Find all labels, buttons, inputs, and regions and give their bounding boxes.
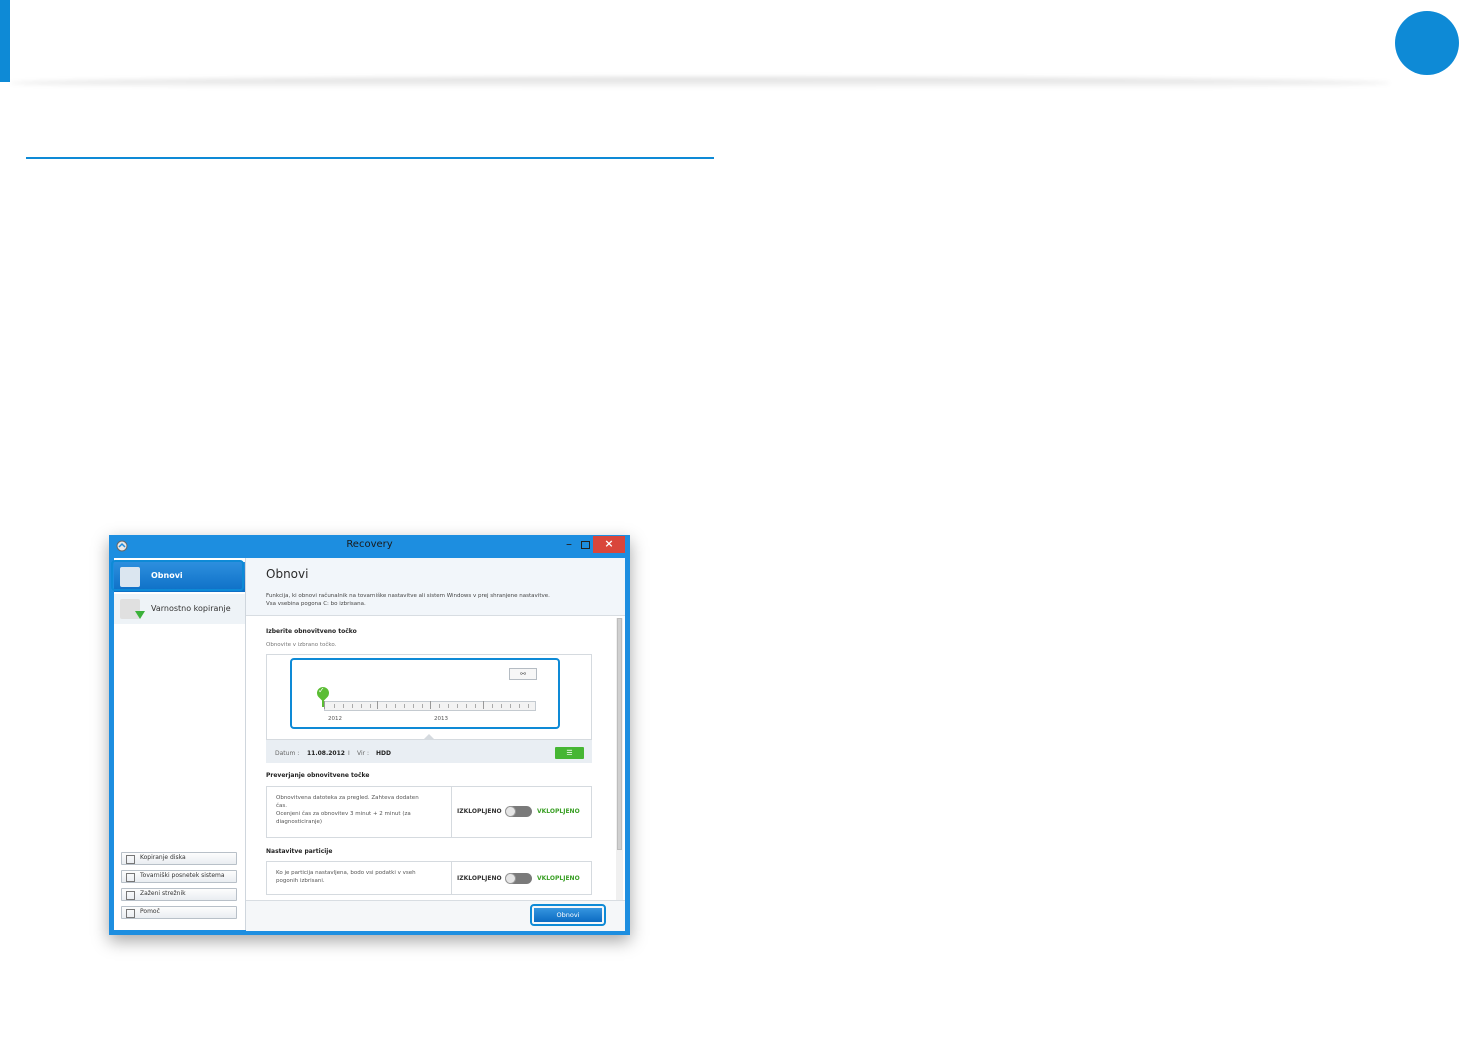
verify-heading: Preverjanje obnovitvene točke bbox=[266, 772, 370, 779]
maximize-icon bbox=[581, 541, 590, 549]
toggle-knob bbox=[505, 806, 516, 817]
restore-point-info: Datum : 11.08.2012 I Vir : HDD ☰ bbox=[266, 739, 592, 763]
date-label: Datum : bbox=[275, 750, 300, 757]
sidebar-item-restore[interactable]: Obnovi bbox=[111, 560, 245, 592]
option-divider bbox=[451, 787, 452, 837]
verify-toggle[interactable] bbox=[505, 806, 532, 817]
window-title: Recovery bbox=[346, 539, 393, 550]
verify-description: Obnovitvena datoteka za pregled. Zahteva… bbox=[276, 794, 441, 826]
server-icon bbox=[126, 891, 135, 900]
main-panel: Obnovi Funkcija, ki obnovi računalnik na… bbox=[246, 558, 625, 931]
window-client: Obnovi Varnostno kopiranje Kopiranje dis… bbox=[111, 558, 625, 931]
partition-off-label: IZKLOPLJENO bbox=[457, 875, 502, 882]
verify-on-label: VKLOPLJENO bbox=[537, 808, 580, 815]
help-button[interactable]: Pomoč bbox=[121, 906, 237, 919]
close-button[interactable]: × bbox=[593, 536, 625, 553]
verify-option-box: Obnovitvena datoteka za pregled. Zahteva… bbox=[266, 786, 592, 838]
factory-image-icon bbox=[126, 873, 135, 882]
partition-text-line: pogonih izbrisani. bbox=[276, 878, 325, 884]
button-label: Kopiranje diska bbox=[140, 854, 186, 861]
verify-text-line: čas. bbox=[276, 803, 288, 809]
highlight-frame bbox=[111, 560, 244, 591]
browse-button[interactable]: ☰ bbox=[555, 747, 584, 759]
disk-copy-icon bbox=[126, 855, 135, 864]
select-point-subtitle: Obnovite v izbrano točko. bbox=[266, 642, 337, 648]
source-label: Vir : bbox=[357, 750, 370, 757]
partition-text-line: Ko je particija nastavljena, bodo vsi po… bbox=[276, 870, 416, 876]
page-description: Funkcija, ki obnovi računalnik na tovarn… bbox=[266, 593, 550, 599]
page-section-circle bbox=[1395, 11, 1459, 75]
partition-toggle[interactable] bbox=[505, 873, 532, 884]
title-bar: Recovery – × bbox=[109, 535, 630, 557]
page-accent-bar bbox=[0, 0, 10, 82]
sidebar-item-backup[interactable]: Varnostno kopiranje bbox=[114, 594, 245, 624]
sidebar-item-label: Varnostno kopiranje bbox=[151, 604, 231, 613]
download-arrow-icon bbox=[135, 611, 145, 619]
date-value: 11.08.2012 bbox=[307, 750, 345, 757]
verify-off-label: IZKLOPLJENO bbox=[457, 808, 502, 815]
footer-bar: Obnovi bbox=[246, 900, 625, 931]
source-value: HDD bbox=[376, 750, 391, 757]
factory-image-button[interactable]: Tovarniški posnetek sistema bbox=[121, 870, 237, 883]
button-label: Zaženi strežnik bbox=[140, 890, 186, 897]
verify-text-line: diagnosticiranje) bbox=[276, 819, 323, 825]
info-separator: I bbox=[348, 750, 350, 757]
start-server-button[interactable]: Zaženi strežnik bbox=[121, 888, 237, 901]
section-divider bbox=[26, 157, 714, 159]
timeline-highlight-frame bbox=[290, 658, 560, 729]
verify-text-line: Obnovitvena datoteka za pregled. Zahteva… bbox=[276, 795, 419, 801]
button-label: Tovarniški posnetek sistema bbox=[140, 872, 225, 879]
toggle-knob bbox=[505, 873, 516, 884]
verify-text-line: Ocenjeni čas za obnovitev 3 minut + 2 mi… bbox=[276, 811, 411, 817]
minimize-button[interactable]: – bbox=[561, 537, 577, 553]
partition-on-label: VKLOPLJENO bbox=[537, 875, 580, 882]
restore-highlight-frame bbox=[530, 904, 606, 926]
partition-option-box: Ko je particija nastavljena, bodo vsi po… bbox=[266, 861, 592, 895]
button-label: Pomoč bbox=[140, 908, 160, 915]
disk-copy-button[interactable]: Kopiranje diska bbox=[121, 852, 237, 865]
magnifier-icon: ☰ bbox=[566, 749, 573, 757]
select-point-heading: Izberite obnovitveno točko bbox=[266, 628, 357, 635]
partition-description: Ko je particija nastavljena, bodo vsi po… bbox=[276, 869, 441, 885]
maximize-button[interactable] bbox=[577, 537, 593, 553]
partition-heading: Nastavitve particije bbox=[266, 848, 333, 855]
scrollbar[interactable] bbox=[616, 618, 623, 900]
page-title: Obnovi bbox=[266, 567, 309, 581]
option-divider bbox=[451, 862, 452, 894]
page-description-warning: Vsa vsebina pogona C: bo izbrisana. bbox=[266, 601, 366, 607]
recovery-window: Recovery – × Obnovi Varnostno kopiranje … bbox=[109, 535, 630, 935]
main-header: Obnovi Funkcija, ki obnovi računalnik na… bbox=[246, 558, 625, 616]
sidebar: Obnovi Varnostno kopiranje Kopiranje dis… bbox=[111, 558, 246, 930]
scrollbar-thumb[interactable] bbox=[617, 618, 622, 850]
page-header-shadow bbox=[10, 77, 1390, 89]
help-icon bbox=[126, 909, 135, 918]
